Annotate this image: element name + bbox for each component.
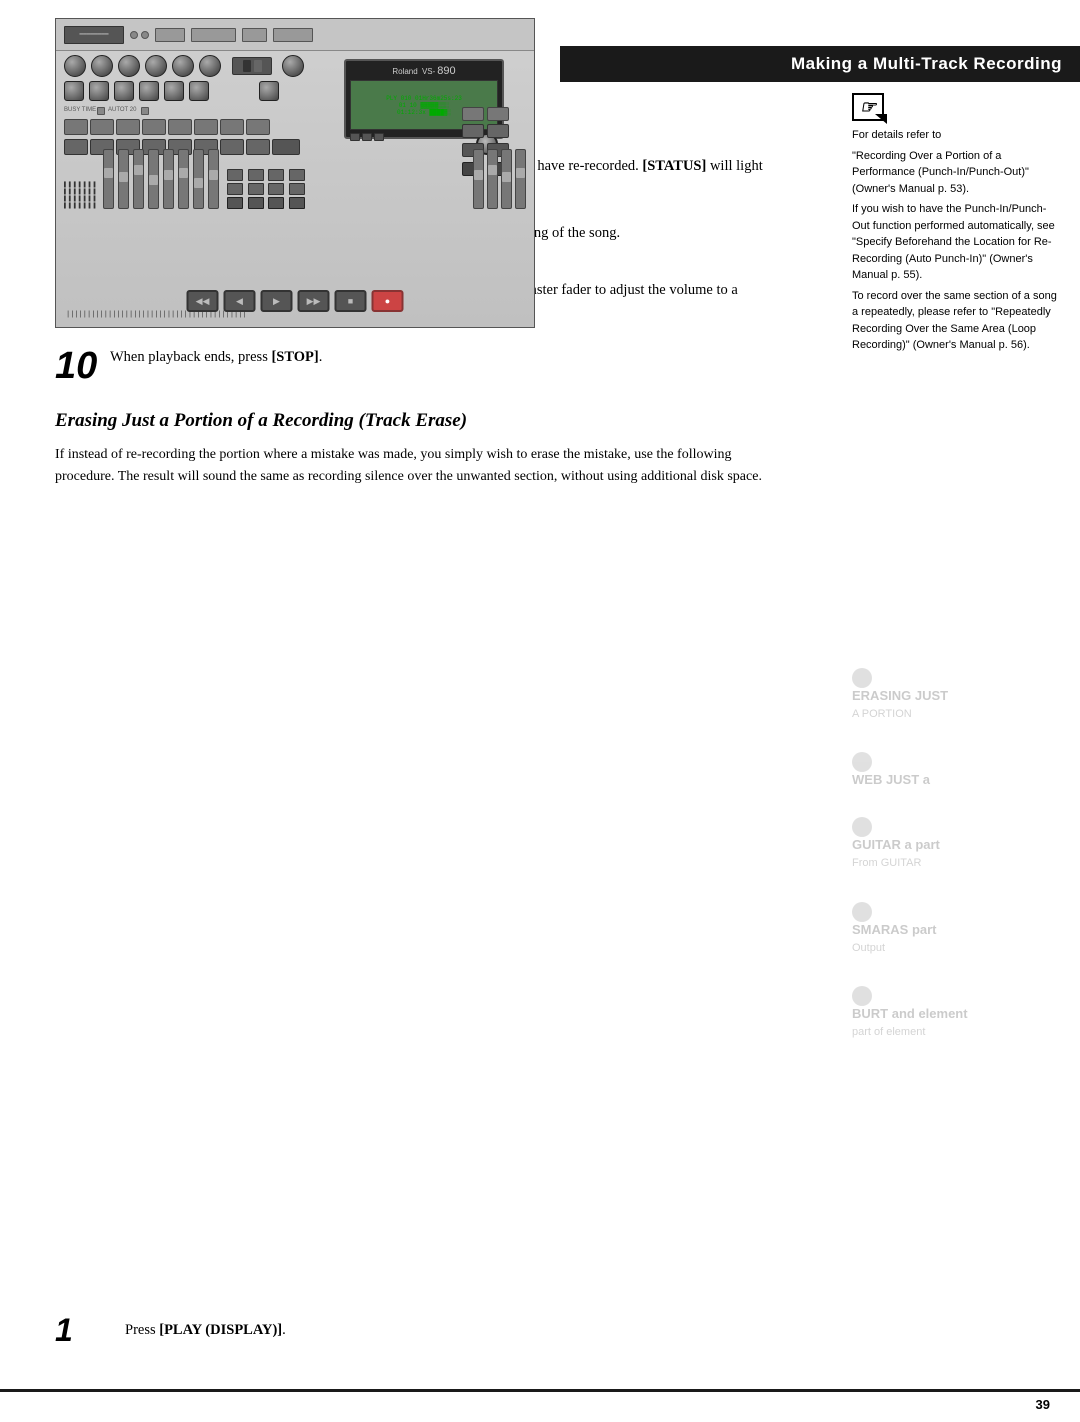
page-header: Making a Multi-Track Recording: [560, 46, 1080, 82]
faded-item-5: BURT and element part of element: [852, 986, 1062, 1040]
step-10-number: 10: [55, 346, 110, 388]
sidebar-note: ☞ For details refer to "Recording Over a…: [852, 93, 1062, 358]
faded-item-4: SMARAS part Output: [852, 902, 1062, 956]
device-image: ━━━━━━━━: [55, 18, 535, 328]
page-number: 39: [1036, 1397, 1050, 1412]
header-title: Making a Multi-Track Recording: [791, 54, 1062, 73]
faded-title-1: ERASING JUST: [852, 688, 1062, 703]
faded-icon-5: [852, 986, 872, 1006]
faded-icon-4: [852, 902, 872, 922]
faded-title-5: BURT and element: [852, 1006, 1062, 1021]
sidebar-note-para-3: If you wish to have the Punch-In/Punch-O…: [852, 201, 1062, 284]
final-step: 1 Press [PLAY (DISPLAY)].: [55, 1313, 286, 1348]
step-10: 10 When playback ends, press [STOP].: [55, 346, 775, 388]
faded-title-2: WEB JUST a: [852, 772, 1062, 787]
section-intro: If instead of re-recording the portion w…: [55, 444, 775, 487]
faded-sub-3: From GUITAR: [852, 856, 1062, 871]
final-step-content: Press [PLAY (DISPLAY)].: [125, 1319, 286, 1341]
page-container: Making a Multi-Track Recording Making a …: [0, 18, 1080, 1422]
note-icon-symbol: ☞: [860, 94, 876, 121]
note-icon: ☞: [852, 93, 1062, 121]
faded-sub-5: part of element: [852, 1025, 1062, 1040]
device-brand: Roland: [392, 67, 417, 76]
step-10-content: When playback ends, press [STOP].: [110, 346, 322, 368]
faded-title-3: GUITAR a part: [852, 837, 1062, 852]
device-model: 890: [437, 65, 455, 77]
faded-sub-1: A PORTION: [852, 707, 1062, 722]
final-step-number: 1: [55, 1313, 110, 1348]
note-icon-box: ☞: [852, 93, 884, 121]
page-bottom-border: [0, 1389, 1080, 1392]
faded-icon-3: [852, 817, 872, 837]
sidebar-note-para-2: "Recording Over a Portion of a Performan…: [852, 148, 1062, 198]
device-inner: ━━━━━━━━: [56, 19, 534, 327]
faded-sidebar-sections: ERASING JUST A PORTION WEB JUST a GUITAR…: [852, 668, 1062, 1071]
faded-icon-1: [852, 668, 872, 688]
faded-item-1: ERASING JUST A PORTION: [852, 668, 1062, 722]
sidebar-note-para-4: To record over the same section of a son…: [852, 288, 1062, 354]
section-title: Erasing Just a Portion of a Recording (T…: [55, 410, 775, 432]
sidebar-note-para-1: For details refer to: [852, 127, 1062, 144]
faded-title-4: SMARAS part: [852, 922, 1062, 937]
faded-item-3: GUITAR a part From GUITAR: [852, 817, 1062, 871]
faded-sub-4: Output: [852, 941, 1062, 956]
faded-icon-2: [852, 752, 872, 772]
faded-item-2: WEB JUST a: [852, 752, 1062, 787]
